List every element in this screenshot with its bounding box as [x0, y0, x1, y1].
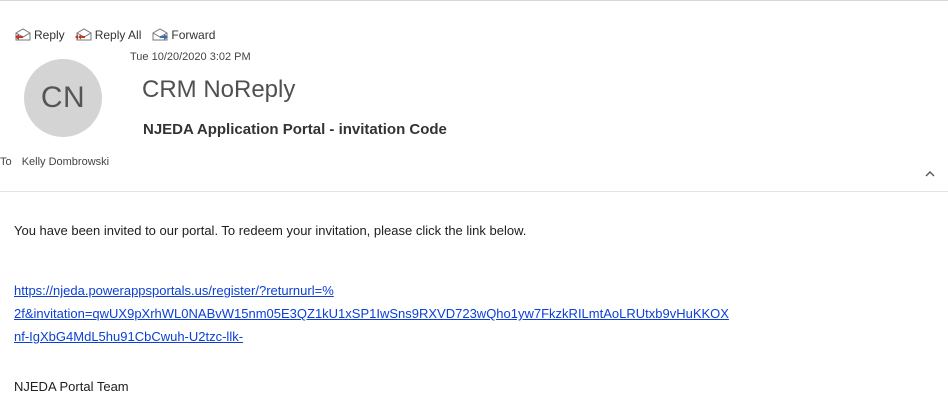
reply-icon — [15, 28, 31, 41]
header-divider — [0, 191, 948, 192]
chevron-up-icon[interactable] — [924, 168, 936, 180]
reply-button[interactable]: Reply — [14, 28, 65, 42]
recipient-name[interactable]: Kelly Dombrowski — [22, 156, 109, 168]
forward-label: Forward — [171, 28, 216, 42]
invitation-link[interactable]: https://njeda.powerappsportals.us/regist… — [14, 279, 946, 348]
signature: NJEDA Portal Team — [14, 379, 129, 394]
message-body: You have been invited to our portal. To … — [14, 223, 946, 394]
reply-all-icon — [74, 28, 92, 41]
reply-all-label: Reply All — [94, 28, 142, 42]
link-line: nf-IgXbG4MdL5hu91CbCwuh-U2tzc-llk- — [14, 329, 244, 344]
reply-all-button[interactable]: Reply All — [74, 28, 142, 42]
top-border — [0, 0, 948, 1]
avatar-initials: CN — [40, 81, 86, 114]
message-date: Tue 10/20/2020 3:02 PM — [130, 51, 251, 63]
message-subject: NJEDA Application Portal - invitation Co… — [143, 121, 447, 138]
intro-text: You have been invited to our portal. To … — [14, 223, 527, 238]
recipient-row: To Kelly Dombrowski — [0, 156, 109, 168]
forward-icon — [152, 28, 169, 41]
message-actions: Reply Reply All Forward — [14, 28, 225, 42]
sender-avatar: CN — [24, 59, 102, 137]
link-line: 2f&invitation=qwUX9pXrhWL0NABvW15nm05E3Q… — [14, 306, 729, 321]
reply-label: Reply — [34, 28, 65, 42]
link-line: https://njeda.powerappsportals.us/regist… — [14, 283, 334, 298]
forward-button[interactable]: Forward — [151, 28, 215, 42]
sender-name[interactable]: CRM NoReply — [142, 76, 295, 104]
to-label: To — [0, 156, 12, 168]
